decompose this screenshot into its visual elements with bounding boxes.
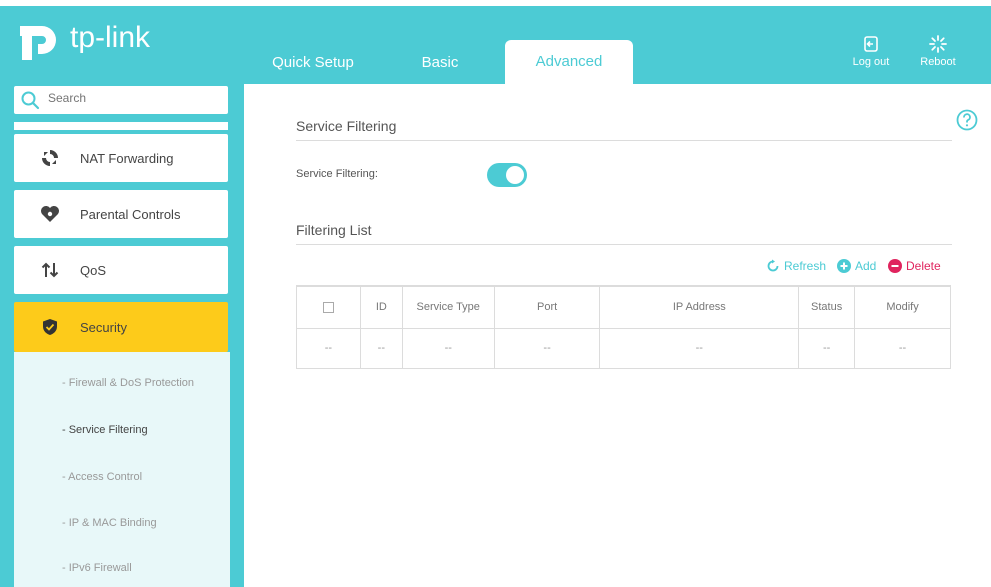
delete-button[interactable]: Delete <box>888 259 941 273</box>
submenu-service-filtering[interactable]: - Service Filtering <box>62 424 148 436</box>
table-cell: -- <box>599 327 800 369</box>
submenu-firewall-dos[interactable]: - Firewall & DoS Protection <box>62 377 194 389</box>
add-button[interactable]: Add <box>837 259 876 273</box>
table-cell: -- <box>296 327 361 369</box>
column-header-ip-address: IP Address <box>599 285 800 329</box>
heart-icon <box>40 204 60 224</box>
section-title-service-filtering: Service Filtering <box>296 118 397 134</box>
delete-icon <box>888 259 902 273</box>
add-label: Add <box>855 259 877 273</box>
sidebar-item-label: Parental Controls <box>80 206 181 222</box>
nat-icon <box>40 148 60 168</box>
logout-icon <box>864 36 878 52</box>
sidebar: NAT Forwarding Parental Controls QoS Sec… <box>0 84 244 587</box>
table-row: -- -- -- -- -- -- -- <box>296 327 951 369</box>
shield-icon <box>40 317 60 337</box>
search-input[interactable] <box>48 91 218 105</box>
table-header-row: ID Service Type Port IP Address Status M… <box>296 285 951 329</box>
sidebar-scrollbar[interactable] <box>232 352 244 587</box>
logout-label: Log out <box>852 56 890 68</box>
tab-quick-setup[interactable]: Quick Setup <box>258 42 368 84</box>
logout-button[interactable]: Log out <box>847 34 895 68</box>
column-header-status: Status <box>798 285 856 329</box>
tp-link-logo-icon <box>20 26 56 60</box>
sidebar-item-label: NAT Forwarding <box>80 150 174 166</box>
search-icon <box>21 91 40 110</box>
sidebar-item-label: QoS <box>80 262 107 278</box>
select-all-cell <box>296 285 361 329</box>
sidebar-item-parental-controls[interactable]: Parental Controls <box>14 190 228 238</box>
sidebar-item-label: Security <box>80 319 127 335</box>
tab-advanced[interactable]: Advanced <box>505 40 633 84</box>
table-cell: -- <box>493 327 601 369</box>
reboot-label: Reboot <box>920 56 956 68</box>
divider <box>296 244 952 245</box>
submenu-access-control[interactable]: - Access Control <box>62 471 142 483</box>
table-cell: -- <box>798 327 856 369</box>
column-header-port: Port <box>493 285 601 329</box>
sidebar-item-partial[interactable] <box>14 122 228 130</box>
submenu-ipv6-firewall[interactable]: - IPv6 Firewall <box>62 562 132 574</box>
sidebar-item-qos[interactable]: QoS <box>14 246 228 294</box>
refresh-button[interactable]: Refresh <box>766 259 826 273</box>
delete-label: Delete <box>906 259 941 273</box>
table-cell: -- <box>401 327 495 369</box>
service-filtering-label: Service Filtering: <box>296 168 378 180</box>
toggle-knob <box>506 166 524 184</box>
header-top-line <box>0 0 991 6</box>
filtering-list-table: ID Service Type Port IP Address Status M… <box>296 285 951 369</box>
tab-basic[interactable]: Basic <box>400 42 480 84</box>
search-box[interactable] <box>14 86 228 114</box>
table-cell: -- <box>854 327 951 369</box>
reboot-icon <box>929 35 947 53</box>
section-title-filtering-list: Filtering List <box>296 222 372 238</box>
divider <box>296 140 952 141</box>
refresh-label: Refresh <box>784 259 827 273</box>
tp-link-logo[interactable]: tp-link <box>14 16 150 60</box>
top-header: tp-link Quick Setup Basic Advanced Log o… <box>0 0 991 84</box>
reboot-button[interactable]: Reboot <box>914 34 962 68</box>
sidebar-item-security[interactable]: Security <box>14 302 228 352</box>
submenu-ip-mac-binding[interactable]: - IP & MAC Binding <box>62 517 157 529</box>
qos-arrows-icon <box>40 260 60 280</box>
column-header-service-type: Service Type <box>401 285 495 329</box>
select-all-checkbox[interactable] <box>322 301 334 313</box>
table-cell: -- <box>359 327 403 369</box>
service-filtering-toggle[interactable] <box>487 163 527 187</box>
sidebar-item-nat-forwarding[interactable]: NAT Forwarding <box>14 134 228 182</box>
column-header-id: ID <box>359 285 403 329</box>
help-icon[interactable] <box>956 109 978 131</box>
brand-name: tp-link <box>70 21 151 54</box>
column-header-modify: Modify <box>854 285 951 329</box>
refresh-icon <box>767 259 779 272</box>
add-icon <box>837 259 851 273</box>
